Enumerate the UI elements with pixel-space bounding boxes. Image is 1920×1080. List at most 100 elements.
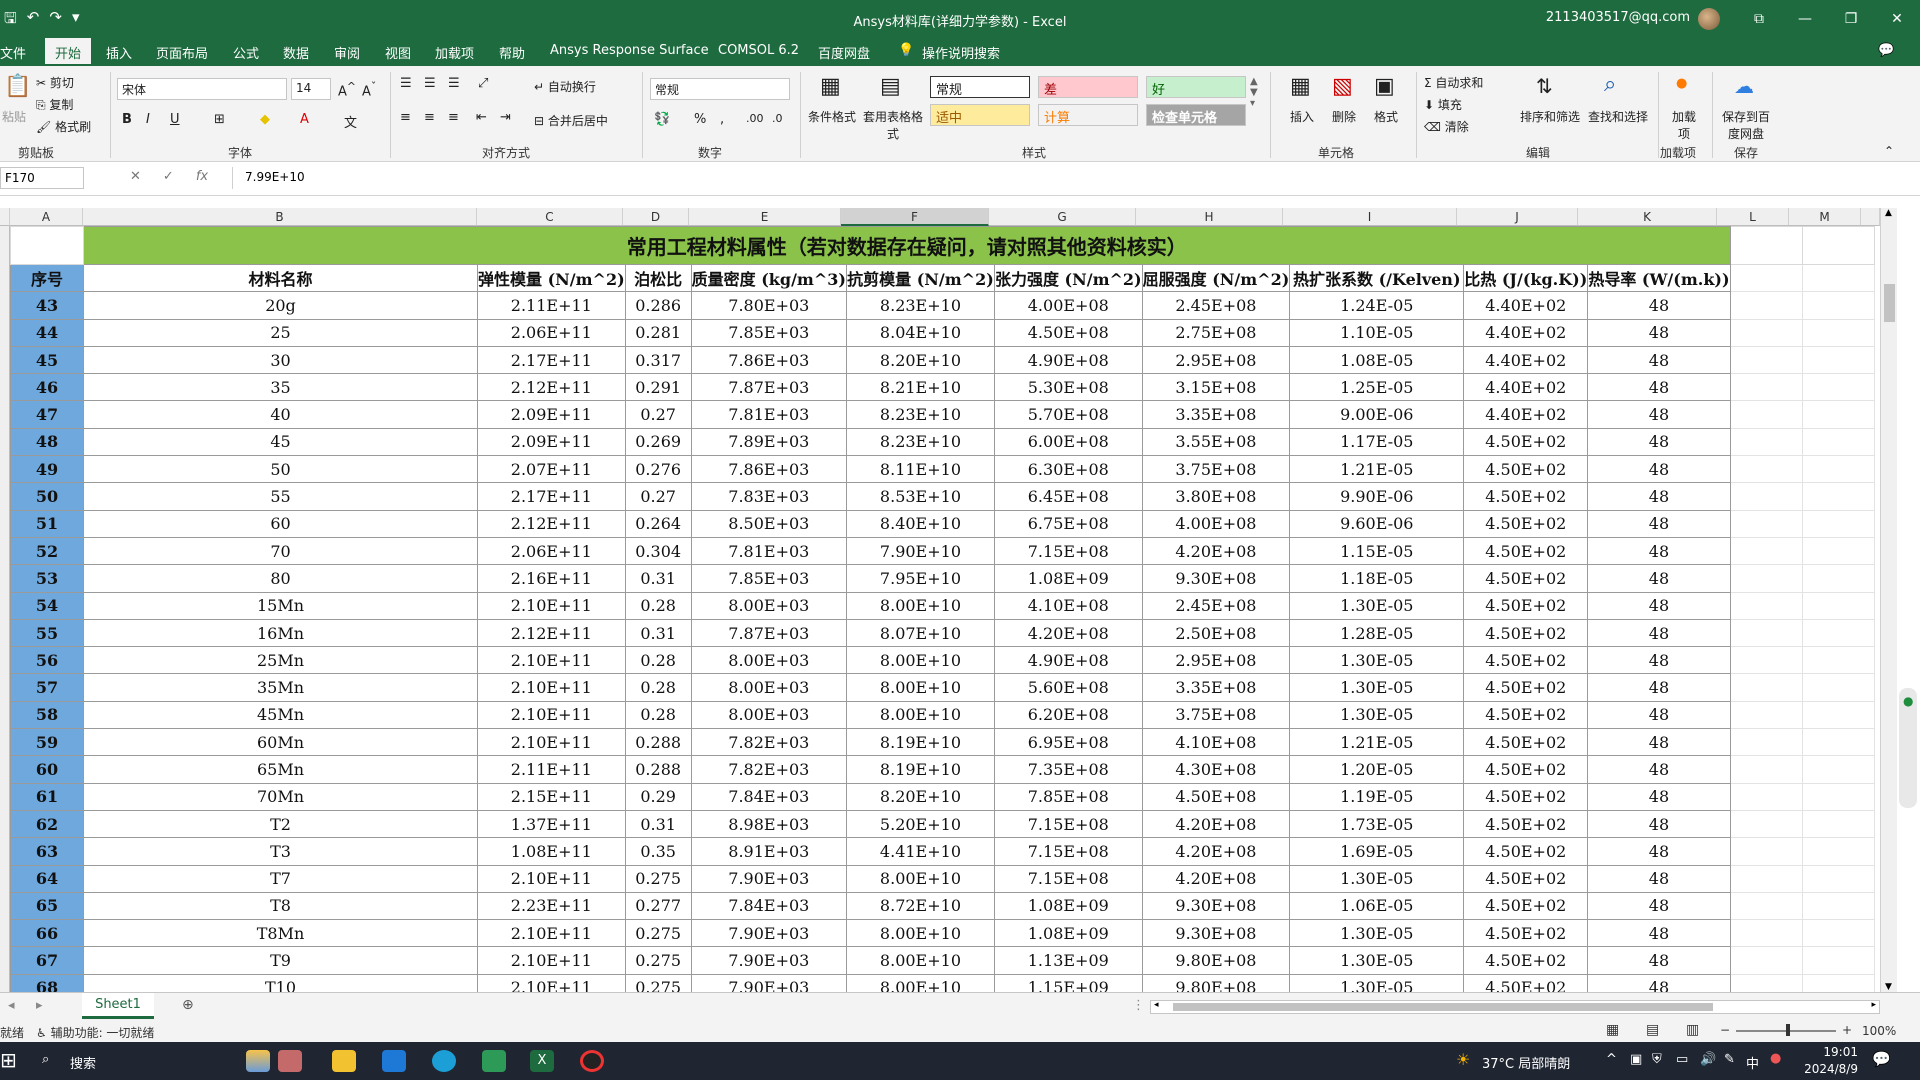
- row-number-cell[interactable]: 43: [10, 291, 84, 320]
- cell[interactable]: 48: [1587, 973, 1731, 992]
- increase-indent-icon[interactable]: ⇥: [500, 110, 511, 125]
- tab-ansys[interactable]: Ansys Response Surface: [550, 43, 709, 58]
- align-left-icon[interactable]: ≡: [400, 110, 411, 125]
- cell[interactable]: 45Mn: [83, 700, 478, 730]
- cell[interactable]: 1.17E-05: [1289, 427, 1465, 457]
- column-header[interactable]: 序号: [10, 263, 84, 293]
- cell[interactable]: 7.15E+08: [993, 837, 1143, 866]
- cell[interactable]: 48: [1587, 646, 1731, 675]
- cell[interactable]: 7.86E+03: [690, 455, 847, 484]
- cell[interactable]: 48: [1587, 837, 1731, 866]
- col-header-l[interactable]: L: [1717, 208, 1789, 226]
- cell[interactable]: 0.31: [624, 564, 692, 593]
- cell[interactable]: 1.21E-05: [1289, 728, 1465, 757]
- cell[interactable]: 1.30E-05: [1289, 700, 1465, 730]
- row-number-cell[interactable]: 65: [10, 891, 84, 921]
- row-header-strip[interactable]: [0, 226, 10, 992]
- cell[interactable]: 9.80E+08: [1141, 973, 1291, 992]
- cell[interactable]: [1801, 673, 1875, 702]
- cell[interactable]: 48: [1587, 427, 1731, 457]
- cell[interactable]: 7.83E+03: [690, 482, 847, 511]
- cell[interactable]: 48: [1587, 509, 1731, 538]
- col-header-h[interactable]: H: [1136, 208, 1283, 226]
- row-number-cell[interactable]: 44: [10, 318, 84, 347]
- record-icon[interactable]: [580, 1050, 604, 1072]
- cell[interactable]: [1801, 291, 1875, 320]
- cell[interactable]: 2.10E+11: [477, 591, 626, 620]
- insert-cells-icon[interactable]: ▦: [1290, 74, 1311, 99]
- cell[interactable]: 48: [1587, 919, 1731, 948]
- cell[interactable]: 7.84E+03: [690, 891, 847, 921]
- cell[interactable]: 8.19E+10: [845, 755, 995, 784]
- autosum-button[interactable]: Σ 自动求和: [1424, 74, 1483, 91]
- cell[interactable]: 1.73E-05: [1289, 809, 1465, 839]
- cell[interactable]: T10: [83, 973, 478, 992]
- cell[interactable]: [1801, 809, 1875, 839]
- tab-help[interactable]: 帮助: [499, 43, 525, 62]
- sort-filter-icon[interactable]: ⇅: [1536, 74, 1553, 98]
- ime-indicator[interactable]: 中: [1746, 1053, 1759, 1072]
- cell[interactable]: 7.90E+03: [690, 973, 847, 992]
- cell[interactable]: 1.37E+11: [477, 809, 626, 839]
- row-number-cell[interactable]: 58: [10, 700, 84, 730]
- cell[interactable]: 1.20E-05: [1289, 755, 1465, 784]
- cell[interactable]: 4.50E+02: [1463, 919, 1589, 948]
- cell[interactable]: [1729, 564, 1803, 593]
- hscroll-thumb[interactable]: [1173, 1003, 1713, 1011]
- cell[interactable]: 4.50E+02: [1463, 837, 1589, 866]
- cell[interactable]: 4.50E+02: [1463, 946, 1589, 975]
- horizontal-scrollbar[interactable]: ◂ ▸: [1150, 1000, 1880, 1014]
- cell[interactable]: 8.20E+10: [845, 782, 995, 811]
- cell[interactable]: 4.20E+08: [1141, 837, 1291, 866]
- cell[interactable]: 4.30E+08: [1141, 755, 1291, 784]
- confirm-icon[interactable]: ✓: [163, 169, 174, 184]
- search-icon[interactable]: ⌕: [42, 1052, 49, 1067]
- cell[interactable]: 1.15E-05: [1289, 536, 1465, 566]
- cell[interactable]: 48: [1587, 728, 1731, 757]
- cell[interactable]: 6.20E+08: [993, 700, 1143, 730]
- cell[interactable]: 1.08E+09: [993, 919, 1143, 948]
- decrease-indent-icon[interactable]: ⇤: [476, 110, 487, 125]
- cell[interactable]: 0.304: [624, 536, 692, 566]
- row-number-cell[interactable]: 48: [10, 427, 84, 457]
- cell[interactable]: [1729, 755, 1803, 784]
- col-header-m[interactable]: M: [1789, 208, 1861, 226]
- page-break-view-icon[interactable]: ▥: [1686, 1022, 1699, 1038]
- cell[interactable]: 2.06E+11: [477, 318, 626, 347]
- cell[interactable]: 1.30E-05: [1289, 591, 1465, 620]
- cell[interactable]: 8.11E+10: [845, 455, 995, 484]
- scroll-down-icon[interactable]: ▼: [1885, 982, 1892, 992]
- merge-center-button[interactable]: ⊟ 合并后居中: [534, 112, 608, 129]
- cell[interactable]: [1801, 782, 1875, 811]
- tab-comsol[interactable]: COMSOL 6.2: [718, 43, 799, 58]
- tell-me-search[interactable]: 操作说明搜索: [922, 43, 1000, 62]
- cell[interactable]: 1.30E-05: [1289, 919, 1465, 948]
- cell[interactable]: 2.95E+08: [1141, 345, 1291, 375]
- cell[interactable]: 4.40E+02: [1463, 373, 1589, 402]
- col-header-b[interactable]: B: [83, 208, 477, 226]
- cell[interactable]: [1729, 728, 1803, 757]
- cell[interactable]: 2.10E+11: [477, 646, 626, 675]
- cell[interactable]: 80: [83, 564, 478, 593]
- insert-cells-button[interactable]: 插入: [1290, 108, 1314, 125]
- cell[interactable]: 2.10E+11: [477, 919, 626, 948]
- cell[interactable]: 0.27: [624, 482, 692, 511]
- cell[interactable]: [1729, 318, 1803, 347]
- cell[interactable]: [1801, 700, 1875, 730]
- cell[interactable]: [1729, 618, 1803, 648]
- cell[interactable]: 0.275: [624, 919, 692, 948]
- cell[interactable]: 8.00E+10: [845, 700, 995, 730]
- cell[interactable]: [10, 226, 84, 265]
- cell[interactable]: 2.23E+11: [477, 891, 626, 921]
- italic-icon[interactable]: I: [146, 112, 150, 127]
- cell[interactable]: 4.40E+02: [1463, 318, 1589, 347]
- cell[interactable]: 7.82E+03: [690, 728, 847, 757]
- cell[interactable]: 1.15E+09: [993, 973, 1143, 992]
- cell[interactable]: 4.50E+02: [1463, 700, 1589, 730]
- cell[interactable]: [1801, 509, 1875, 538]
- cell[interactable]: 16Mn: [83, 618, 478, 648]
- cell[interactable]: 4.50E+02: [1463, 728, 1589, 757]
- tab-file[interactable]: 文件: [0, 43, 26, 62]
- cell[interactable]: 6.95E+08: [993, 728, 1143, 757]
- cell[interactable]: 6.30E+08: [993, 455, 1143, 484]
